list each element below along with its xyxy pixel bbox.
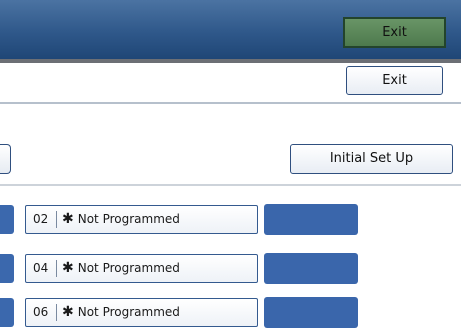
program-slot-left-03[interactable] [0,254,14,283]
separator [56,304,57,321]
program-slot-right-05[interactable] [264,253,358,284]
program-02-button[interactable]: 02 ✱ Not Programmed [25,205,258,234]
separator [56,260,57,277]
sub-bar-divider [0,102,461,104]
program-number: 04 [33,261,49,275]
program-slot-left-05[interactable] [0,298,14,327]
program-04-button[interactable]: 04 ✱ Not Programmed [25,254,258,283]
program-slot-right-03[interactable] [264,204,358,235]
program-number: 02 [33,212,49,226]
program-slot-right-07[interactable] [264,297,358,328]
asterisk-icon: ✱ [62,304,74,320]
left-tab-button[interactable] [0,144,11,174]
exit-button[interactable]: Exit [346,66,443,95]
section-divider [0,184,461,186]
program-slot-left-01[interactable] [0,205,14,234]
program-label: Not Programmed [77,212,180,226]
program-label: Not Programmed [77,305,180,319]
program-number: 06 [33,305,49,319]
separator [56,211,57,228]
asterisk-icon: ✱ [62,211,74,227]
asterisk-icon: ✱ [62,260,74,276]
program-06-button[interactable]: 06 ✱ Not Programmed [25,298,258,327]
exit-button-top[interactable]: Exit [343,17,446,48]
initial-setup-button[interactable]: Initial Set Up [290,144,453,174]
program-label: Not Programmed [77,261,180,275]
